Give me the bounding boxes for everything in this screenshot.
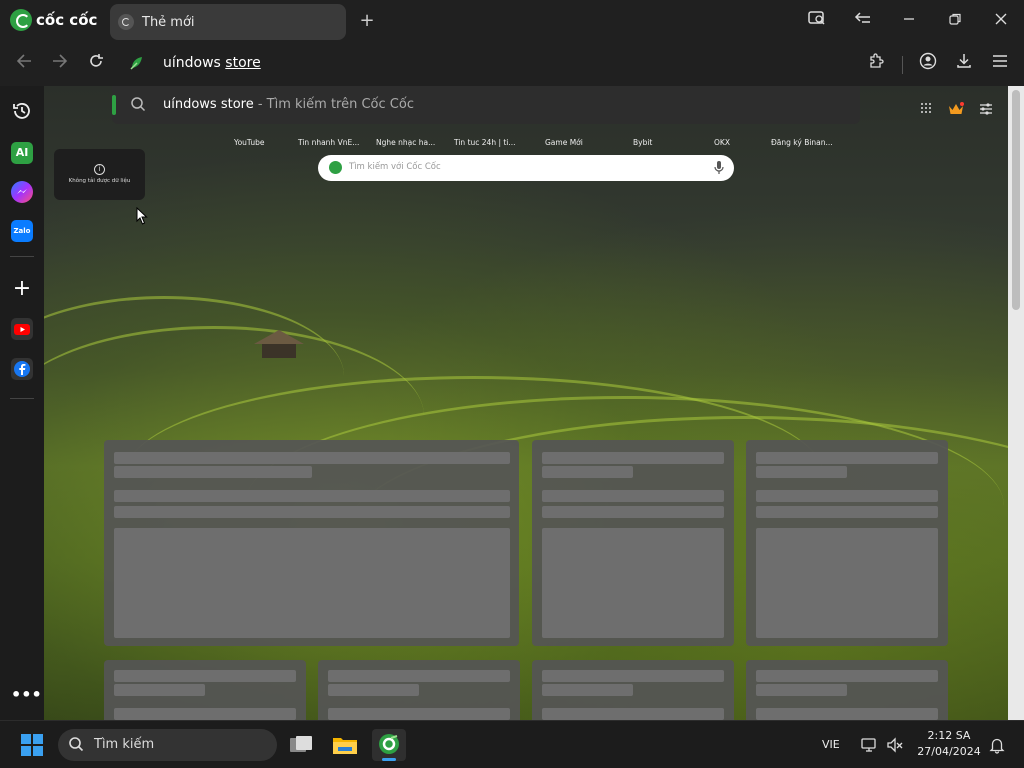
coccoc-taskbar-icon[interactable] <box>372 729 406 761</box>
zalo-label: Zalo <box>13 227 31 235</box>
active-app-indicator <box>382 758 396 761</box>
tooltip-text: Không tải được dữ liệu <box>68 178 131 184</box>
download-icon[interactable] <box>952 52 976 76</box>
tab-favicon-icon <box>118 14 134 30</box>
facebook-icon[interactable] <box>11 358 33 380</box>
sidebar-divider <box>10 256 34 257</box>
news-card-placeholder <box>746 660 948 720</box>
messenger-icon[interactable] <box>11 181 33 203</box>
back-button[interactable] <box>12 52 36 76</box>
minimize-button[interactable] <box>898 10 920 32</box>
brand-name: cốc cốc <box>36 11 98 29</box>
crown-icon[interactable] <box>948 102 964 118</box>
coccoc-search-icon <box>128 54 146 72</box>
suggestion-text: uíndows store - Tìm kiếm trên Cốc Cốc <box>163 97 414 112</box>
microphone-icon[interactable] <box>714 160 724 176</box>
task-view-icon[interactable] <box>284 729 318 761</box>
more-icon[interactable]: ••• <box>11 684 42 706</box>
shortcut-bybit[interactable]: Bybit <box>633 138 652 147</box>
close-button[interactable] <box>990 10 1012 32</box>
clock-date: 27/04/2024 <box>917 745 981 758</box>
shortcut-tin-tuc-24h[interactable]: Tin tuc 24h | ti... <box>454 138 516 147</box>
search-icon <box>130 96 146 112</box>
youtube-icon[interactable] <box>11 318 33 340</box>
profile-icon[interactable] <box>916 52 940 76</box>
restore-button[interactable] <box>944 10 966 32</box>
coccoc-logo-icon <box>329 161 342 174</box>
suggestion-highlight <box>112 95 116 115</box>
coccoc-logo-icon <box>10 9 32 31</box>
reload-button[interactable] <box>84 52 108 76</box>
new-tab-button[interactable]: + <box>356 10 378 32</box>
page-toolbar <box>918 102 994 118</box>
title-bar: cốc cốc Thẻ mới + <box>0 0 1024 42</box>
input-language[interactable]: VIE <box>822 738 840 751</box>
search-placeholder: Tìm kiếm với Cốc Cốc <box>349 162 441 172</box>
apps-grid-icon[interactable] <box>918 102 934 118</box>
volume-muted-icon[interactable] <box>886 736 904 754</box>
shortcut-game-moi[interactable]: Game Mới <box>545 138 583 147</box>
taskbar-search-label: Tìm kiếm <box>94 737 155 752</box>
address-bar-input[interactable]: uíndows store <box>163 55 261 71</box>
shortcut-bar: YouTube Tin nhanh VnE... Nghe nhạc ha...… <box>224 138 864 152</box>
background-hut <box>254 330 304 360</box>
address-suggestion[interactable]: uíndows store - Tìm kiếm trên Cốc Cốc <box>112 86 860 124</box>
notification-bell-icon[interactable] <box>988 736 1006 754</box>
back-tab-icon[interactable] <box>852 10 874 32</box>
news-card-placeholder <box>104 660 306 720</box>
menu-icon[interactable] <box>988 52 1012 76</box>
page-scrollbar[interactable] <box>1008 86 1024 720</box>
shortcut-okx[interactable]: OKX <box>714 138 730 147</box>
tab-new-tab[interactable]: Thẻ mới <box>110 4 346 40</box>
shortcut-vnexpress[interactable]: Tin nhanh VnE... <box>298 138 359 147</box>
ai-label: AI <box>15 146 29 159</box>
brand: cốc cốc <box>10 9 97 31</box>
news-card-placeholder <box>532 660 734 720</box>
sidebar-divider-2 <box>10 398 34 399</box>
shortcut-binance[interactable]: Đăng ký Binan... <box>771 138 833 147</box>
network-icon[interactable] <box>860 736 878 754</box>
new-tab-page: uíndows store - Tìm kiếm trên Cốc Cốc Yo… <box>44 86 1008 720</box>
add-sidebar-item-button[interactable]: + <box>11 278 33 300</box>
shortcut-youtube[interactable]: YouTube <box>234 138 265 147</box>
sidebar: AI Zalo + ••• <box>0 86 44 720</box>
search-tabs-icon[interactable] <box>806 10 828 32</box>
mouse-cursor-icon <box>136 206 148 225</box>
news-card-placeholder <box>532 440 734 646</box>
extensions-icon[interactable] <box>864 52 888 76</box>
toolbar-divider <box>902 56 903 74</box>
windows-taskbar: Tìm kiếm VIE 2:12 SA 27/04/2024 <box>0 720 1024 768</box>
taskbar-search[interactable]: Tìm kiếm <box>58 729 277 761</box>
sidebar-ai-button[interactable]: AI <box>11 142 33 164</box>
news-card-placeholder <box>746 440 948 646</box>
file-explorer-icon[interactable] <box>328 729 362 761</box>
shortcut-nghe-nhac[interactable]: Nghe nhạc ha... <box>376 138 435 147</box>
toolbar: uíndows store <box>0 42 1024 86</box>
search-input[interactable]: Tìm kiếm với Cốc Cốc <box>318 155 734 181</box>
tab-title: Thẻ mới <box>142 14 195 30</box>
suggestion-suffix: - Tìm kiếm trên Cốc Cốc <box>253 97 414 112</box>
error-tooltip: i Không tải được dữ liệu <box>54 149 145 200</box>
address-text-main: uíndows <box>163 55 226 71</box>
windows-start-icon[interactable] <box>21 734 43 756</box>
screen: cốc cốc Thẻ mới + uíndows store AI Zalo … <box>0 0 1024 768</box>
news-card-placeholder <box>104 440 519 646</box>
info-icon: i <box>94 164 105 175</box>
system-clock[interactable]: 2:12 SA 27/04/2024 <box>917 729 981 758</box>
history-icon[interactable] <box>11 100 33 122</box>
customize-icon[interactable] <box>978 102 994 118</box>
suggestion-query: uíndows store <box>163 97 254 112</box>
scrollbar-thumb[interactable] <box>1012 90 1020 310</box>
forward-button[interactable] <box>48 52 72 76</box>
news-card-placeholder <box>318 660 520 720</box>
search-icon <box>68 736 84 756</box>
clock-time: 2:12 SA <box>927 729 971 742</box>
zalo-icon[interactable]: Zalo <box>11 220 33 242</box>
address-text-underlined: store <box>225 55 261 71</box>
